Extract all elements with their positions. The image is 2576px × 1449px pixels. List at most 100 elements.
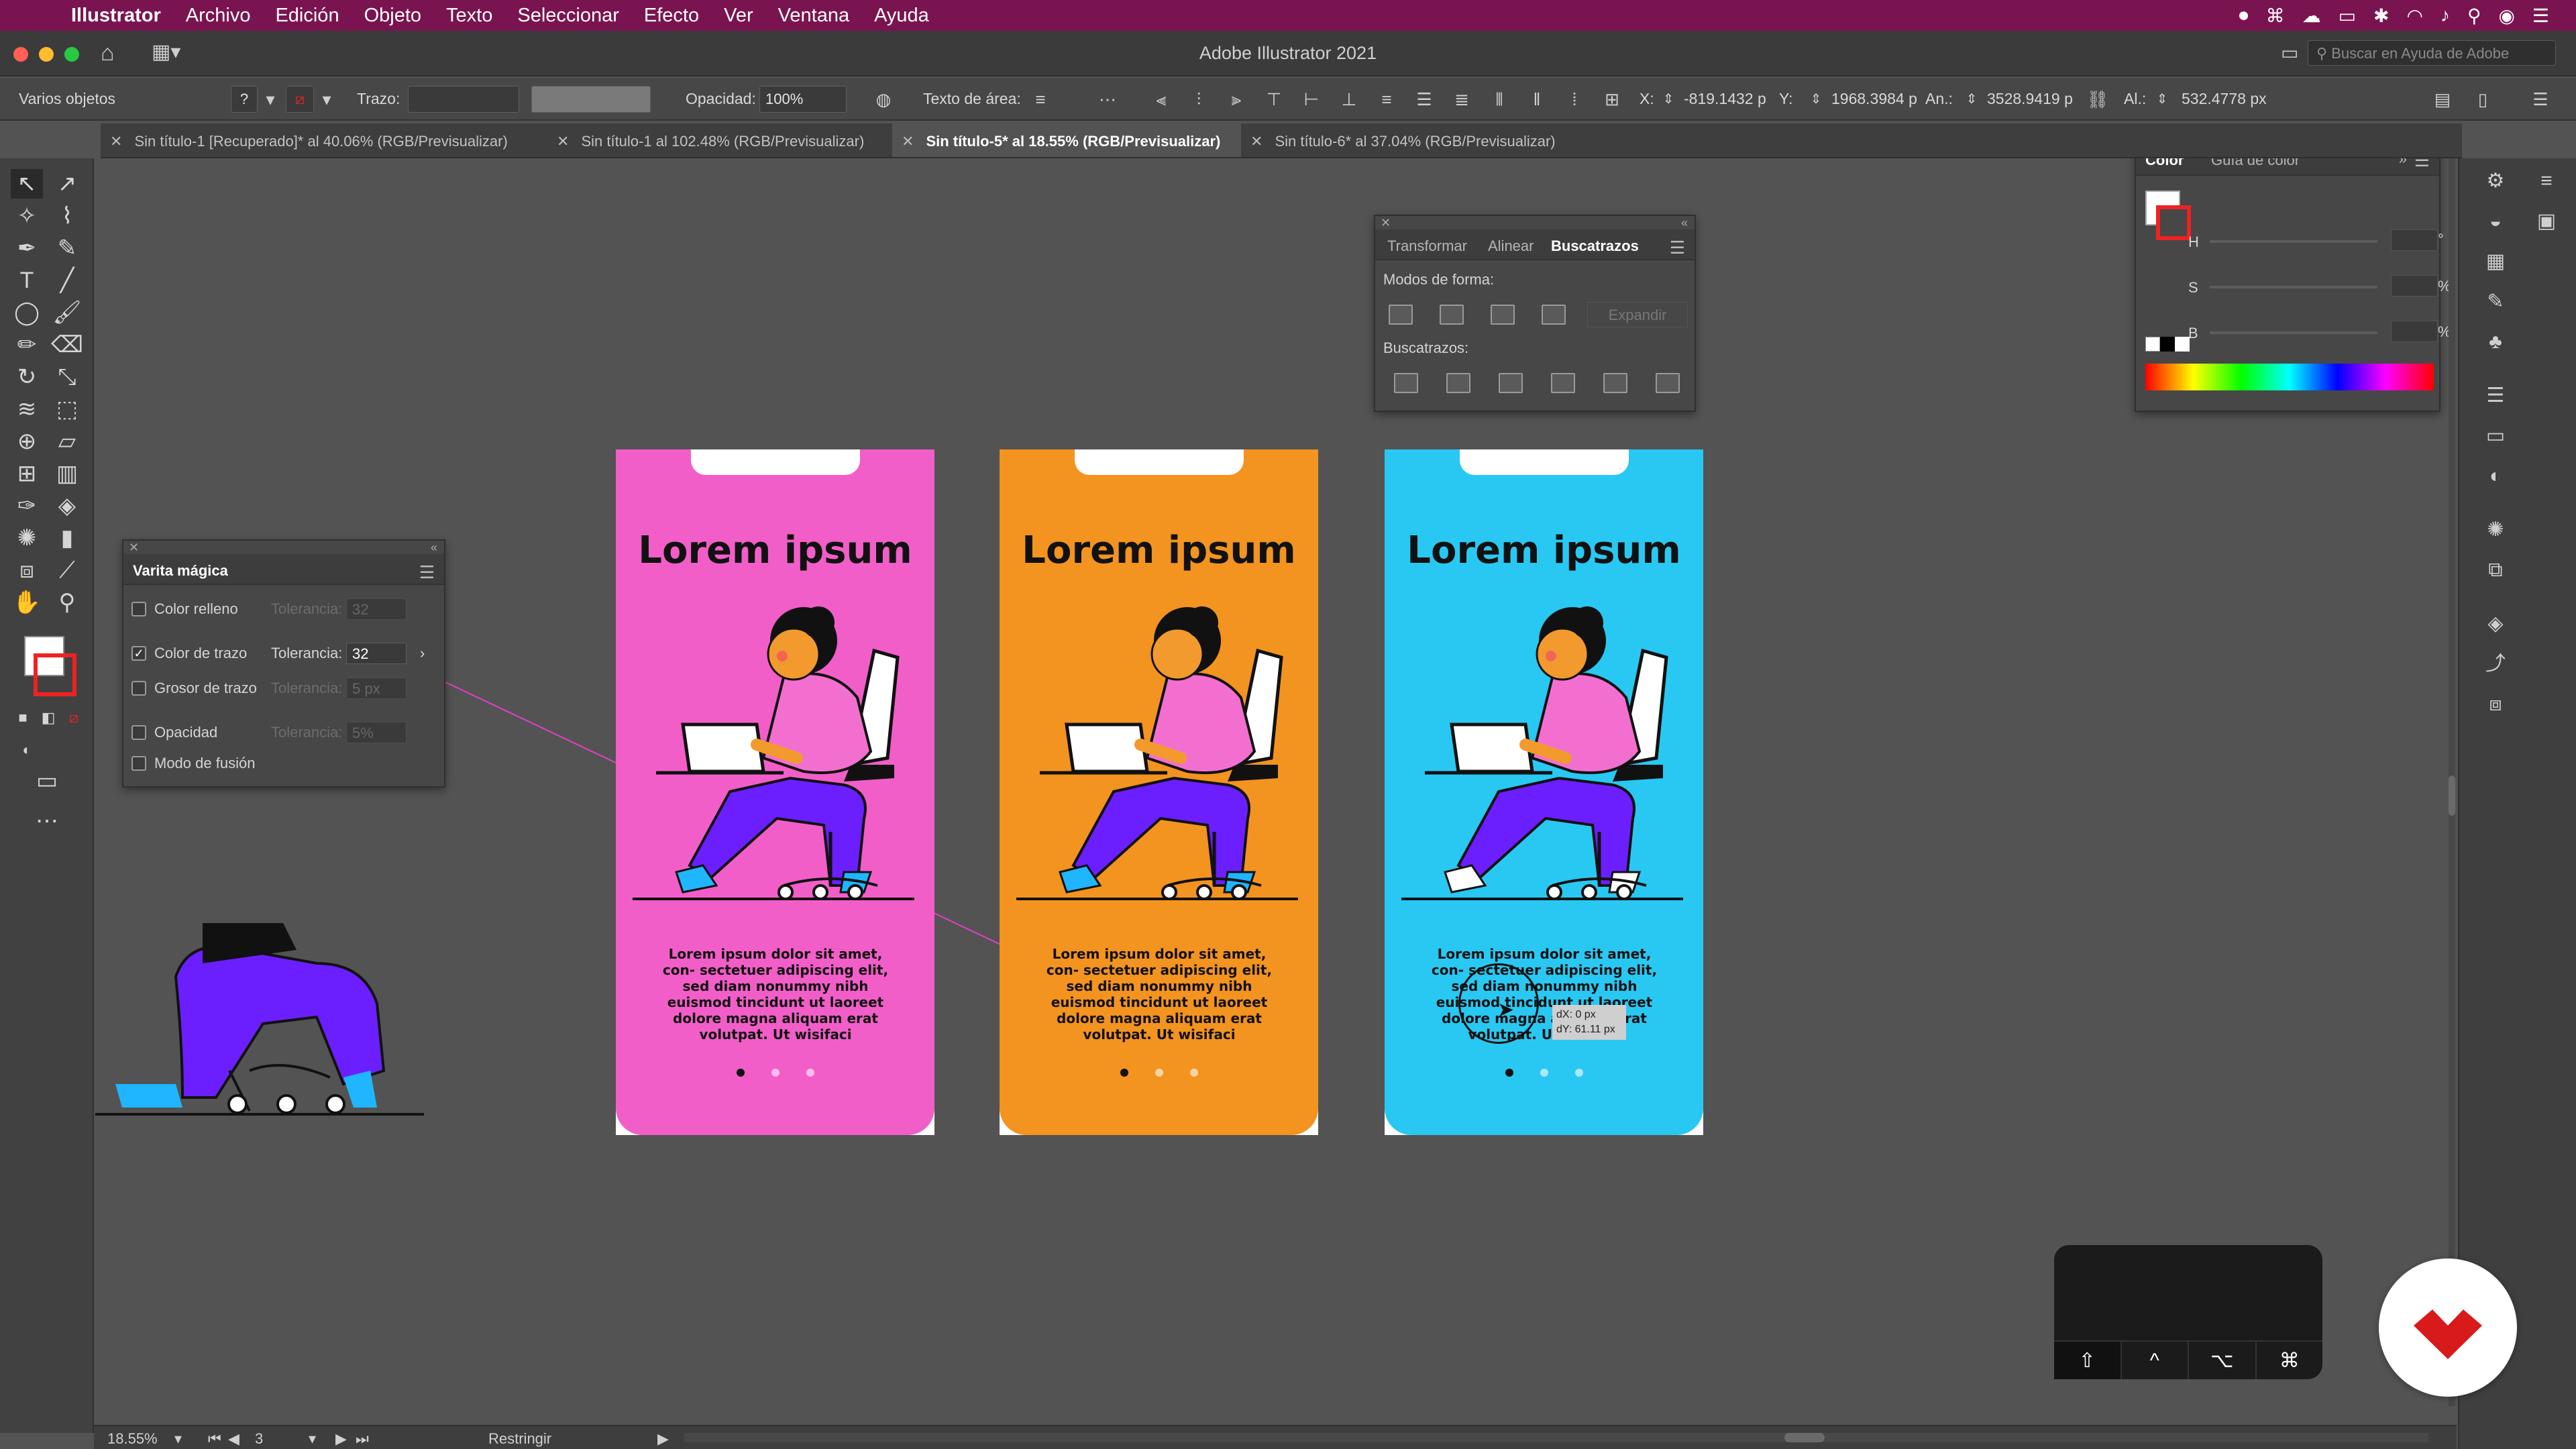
intersect-button[interactable]	[1491, 305, 1515, 325]
distribute-bottom-icon[interactable]: ≣	[1450, 89, 1473, 110]
zoom-level[interactable]: 18.55%	[107, 1430, 158, 1448]
checkbox-blend-mode[interactable]	[131, 756, 146, 771]
artboard-3[interactable]: Lorem ipsum Lorem ipsum dolor sit amet, …	[1385, 449, 1703, 1135]
close-panel-icon[interactable]: ✕	[129, 541, 139, 555]
tab-doc-1[interactable]: ✕ Sin título-1 [Recuperado]* al 40.06% (R…	[101, 123, 547, 157]
stroke-panel-icon[interactable]: ☰	[2482, 382, 2509, 409]
curvature-tool-icon[interactable]: ✎	[51, 233, 83, 263]
stroke-swatch-icon[interactable]	[2156, 205, 2191, 240]
menu-archivo[interactable]: Archivo	[186, 5, 251, 27]
align-bottom-icon[interactable]: ⊥	[1338, 89, 1360, 110]
close-panel-icon[interactable]: ✕	[1381, 216, 1391, 230]
none-mode-icon[interactable]: ⧄	[58, 703, 90, 733]
menu-efecto[interactable]: Efecto	[644, 5, 699, 27]
tab-doc-5[interactable]: ✕ Sin título-5* al 18.55% (RGB/Previsuali…	[892, 123, 1241, 157]
b-field[interactable]	[2391, 321, 2438, 342]
hand-tool-icon[interactable]: ✋	[11, 588, 43, 617]
spotlight-icon[interactable]: ⚲	[2467, 5, 2481, 27]
merge-button[interactable]	[1499, 373, 1523, 393]
horizontal-scrollbar-thumb[interactable]	[1784, 1433, 1825, 1442]
divide-button[interactable]	[1394, 373, 1418, 393]
artboard-2-headline[interactable]: Lorem ipsum	[1000, 529, 1318, 572]
distribute-left-icon[interactable]: ⦀	[1488, 89, 1511, 110]
fill-swatch[interactable]: ?	[231, 86, 258, 113]
zoom-dropdown-icon[interactable]: ▾	[174, 1430, 182, 1448]
tolerance-weight-field[interactable]: 5 px	[346, 678, 407, 699]
symbol-sprayer-tool-icon[interactable]: ✺	[11, 523, 43, 553]
align-to-icon[interactable]: ⋯	[1096, 89, 1119, 110]
height-field[interactable]: 532.4778 px	[2182, 90, 2267, 108]
close-tab-icon[interactable]: ✕	[557, 133, 569, 150]
menu-edicion[interactable]: Edición	[275, 5, 339, 27]
distribute-hcenter-icon[interactable]: ‖	[1525, 89, 1548, 110]
wifi-icon[interactable]: ◠	[2407, 5, 2423, 27]
direct-selection-tool-icon[interactable]: ↗	[51, 169, 83, 199]
y-stepper-icon[interactable]: ⇕	[1805, 89, 1827, 110]
command-icon[interactable]: ⌘	[2266, 5, 2285, 27]
lasso-tool-icon[interactable]: ⌇	[51, 201, 83, 231]
vertical-scrollbar-thumb[interactable]	[2449, 775, 2455, 816]
control-menu-icon[interactable]: ☰	[2529, 89, 2552, 110]
gradient-panel-icon[interactable]: ▭	[2482, 423, 2509, 449]
pencil-tool-icon[interactable]: ✏	[11, 330, 43, 360]
artboard-1-headline[interactable]: Lorem ipsum	[616, 529, 934, 572]
ellipse-tool-icon[interactable]: ◯	[11, 298, 43, 327]
close-tab-icon[interactable]: ✕	[110, 133, 122, 150]
arrange-documents-icon[interactable]: ▭	[2281, 42, 2298, 64]
y-field[interactable]: 1968.3984 p	[1831, 90, 1917, 108]
row-color-relleno[interactable]: Color relleno Tolerancia: 32	[131, 597, 407, 621]
vertical-scrollbar[interactable]	[2449, 158, 2455, 1406]
mesh-tool-icon[interactable]: ⊞	[11, 459, 43, 488]
menu-texto[interactable]: Texto	[446, 5, 492, 27]
graphic-styles-icon[interactable]: ⧉	[2482, 557, 2509, 584]
align-left-icon[interactable]: ⫷	[1150, 89, 1173, 110]
variable-width-profile[interactable]	[531, 86, 651, 113]
height-stepper-icon[interactable]: ⇕	[2151, 89, 2174, 110]
tab-color[interactable]: Color	[2145, 158, 2184, 169]
fill-dropdown-icon[interactable]: ▾	[259, 89, 282, 110]
status-mode[interactable]: Restringir	[488, 1430, 551, 1448]
stroke-swatch[interactable]: ⧄	[286, 86, 314, 113]
close-tab-icon[interactable]: ✕	[902, 133, 914, 150]
minus-front-button[interactable]	[1440, 305, 1464, 325]
selection-tool-icon[interactable]: ↖	[11, 169, 43, 199]
align-top-icon[interactable]: ⊤	[1263, 89, 1285, 110]
artboard-number[interactable]: 3	[255, 1430, 263, 1448]
control-center-icon[interactable]: ☰	[2532, 5, 2549, 27]
shape-builder-tool-icon[interactable]: ⊕	[11, 427, 43, 456]
artboard-1-illustration[interactable]	[629, 590, 924, 906]
menu-app[interactable]: Illustrator	[71, 5, 161, 27]
collapse-panel-icon[interactable]: «	[431, 541, 437, 555]
row-opacidad[interactable]: Opacidad Tolerancia: 5%	[131, 720, 407, 745]
rotate-tool-icon[interactable]: ↻	[11, 362, 43, 392]
collapse-panel-icon[interactable]: »	[2399, 158, 2407, 168]
x-field[interactable]: -819.1432 p	[1684, 90, 1766, 108]
x-stepper-icon[interactable]: ⇕	[1657, 89, 1680, 110]
scale-tool-icon[interactable]: ⤡	[51, 362, 83, 392]
libraries-icon[interactable]: ≡	[2533, 168, 2560, 195]
s-slider[interactable]	[2210, 286, 2377, 288]
transform-reference-icon[interactable]: ⊞	[1601, 89, 1623, 110]
recolor-icon[interactable]: ◍	[872, 89, 895, 110]
volume-icon[interactable]: ♪	[2440, 5, 2450, 26]
white-color-icon[interactable]	[2175, 337, 2190, 352]
checkbox-stroke-color[interactable]: ✓	[131, 646, 146, 661]
menu-seleccionar[interactable]: Seleccionar	[517, 5, 619, 27]
first-artboard-icon[interactable]: ⏮	[208, 1430, 221, 1448]
status-menu-icon[interactable]: ▶	[657, 1430, 669, 1448]
stroke-color-icon[interactable]	[34, 653, 76, 696]
outline-button[interactable]	[1603, 373, 1627, 393]
row-grosor-trazo[interactable]: Grosor de trazo Tolerancia: 5 px	[131, 676, 407, 700]
panel-options-icon[interactable]: ▯	[2471, 89, 2494, 110]
brushes-icon[interactable]: ✎	[2482, 288, 2509, 315]
close-tab-icon[interactable]: ✕	[1250, 133, 1263, 150]
free-transform-tool-icon[interactable]: ⬚	[51, 394, 83, 424]
pen-tool-icon[interactable]: ✒	[11, 233, 43, 263]
arrange-icon[interactable]: ▤	[2431, 89, 2454, 110]
chevron-right-icon[interactable]: ›	[420, 645, 425, 662]
minus-back-button[interactable]	[1656, 373, 1680, 393]
tab-doc-2[interactable]: ✕ Sin título-1 al 102.48% (RGB/Previsuali…	[547, 123, 892, 157]
exclude-button[interactable]	[1542, 305, 1566, 325]
constrain-proportions-icon[interactable]: ⛓	[2086, 89, 2109, 110]
siri-icon[interactable]: ◉	[2498, 5, 2514, 27]
